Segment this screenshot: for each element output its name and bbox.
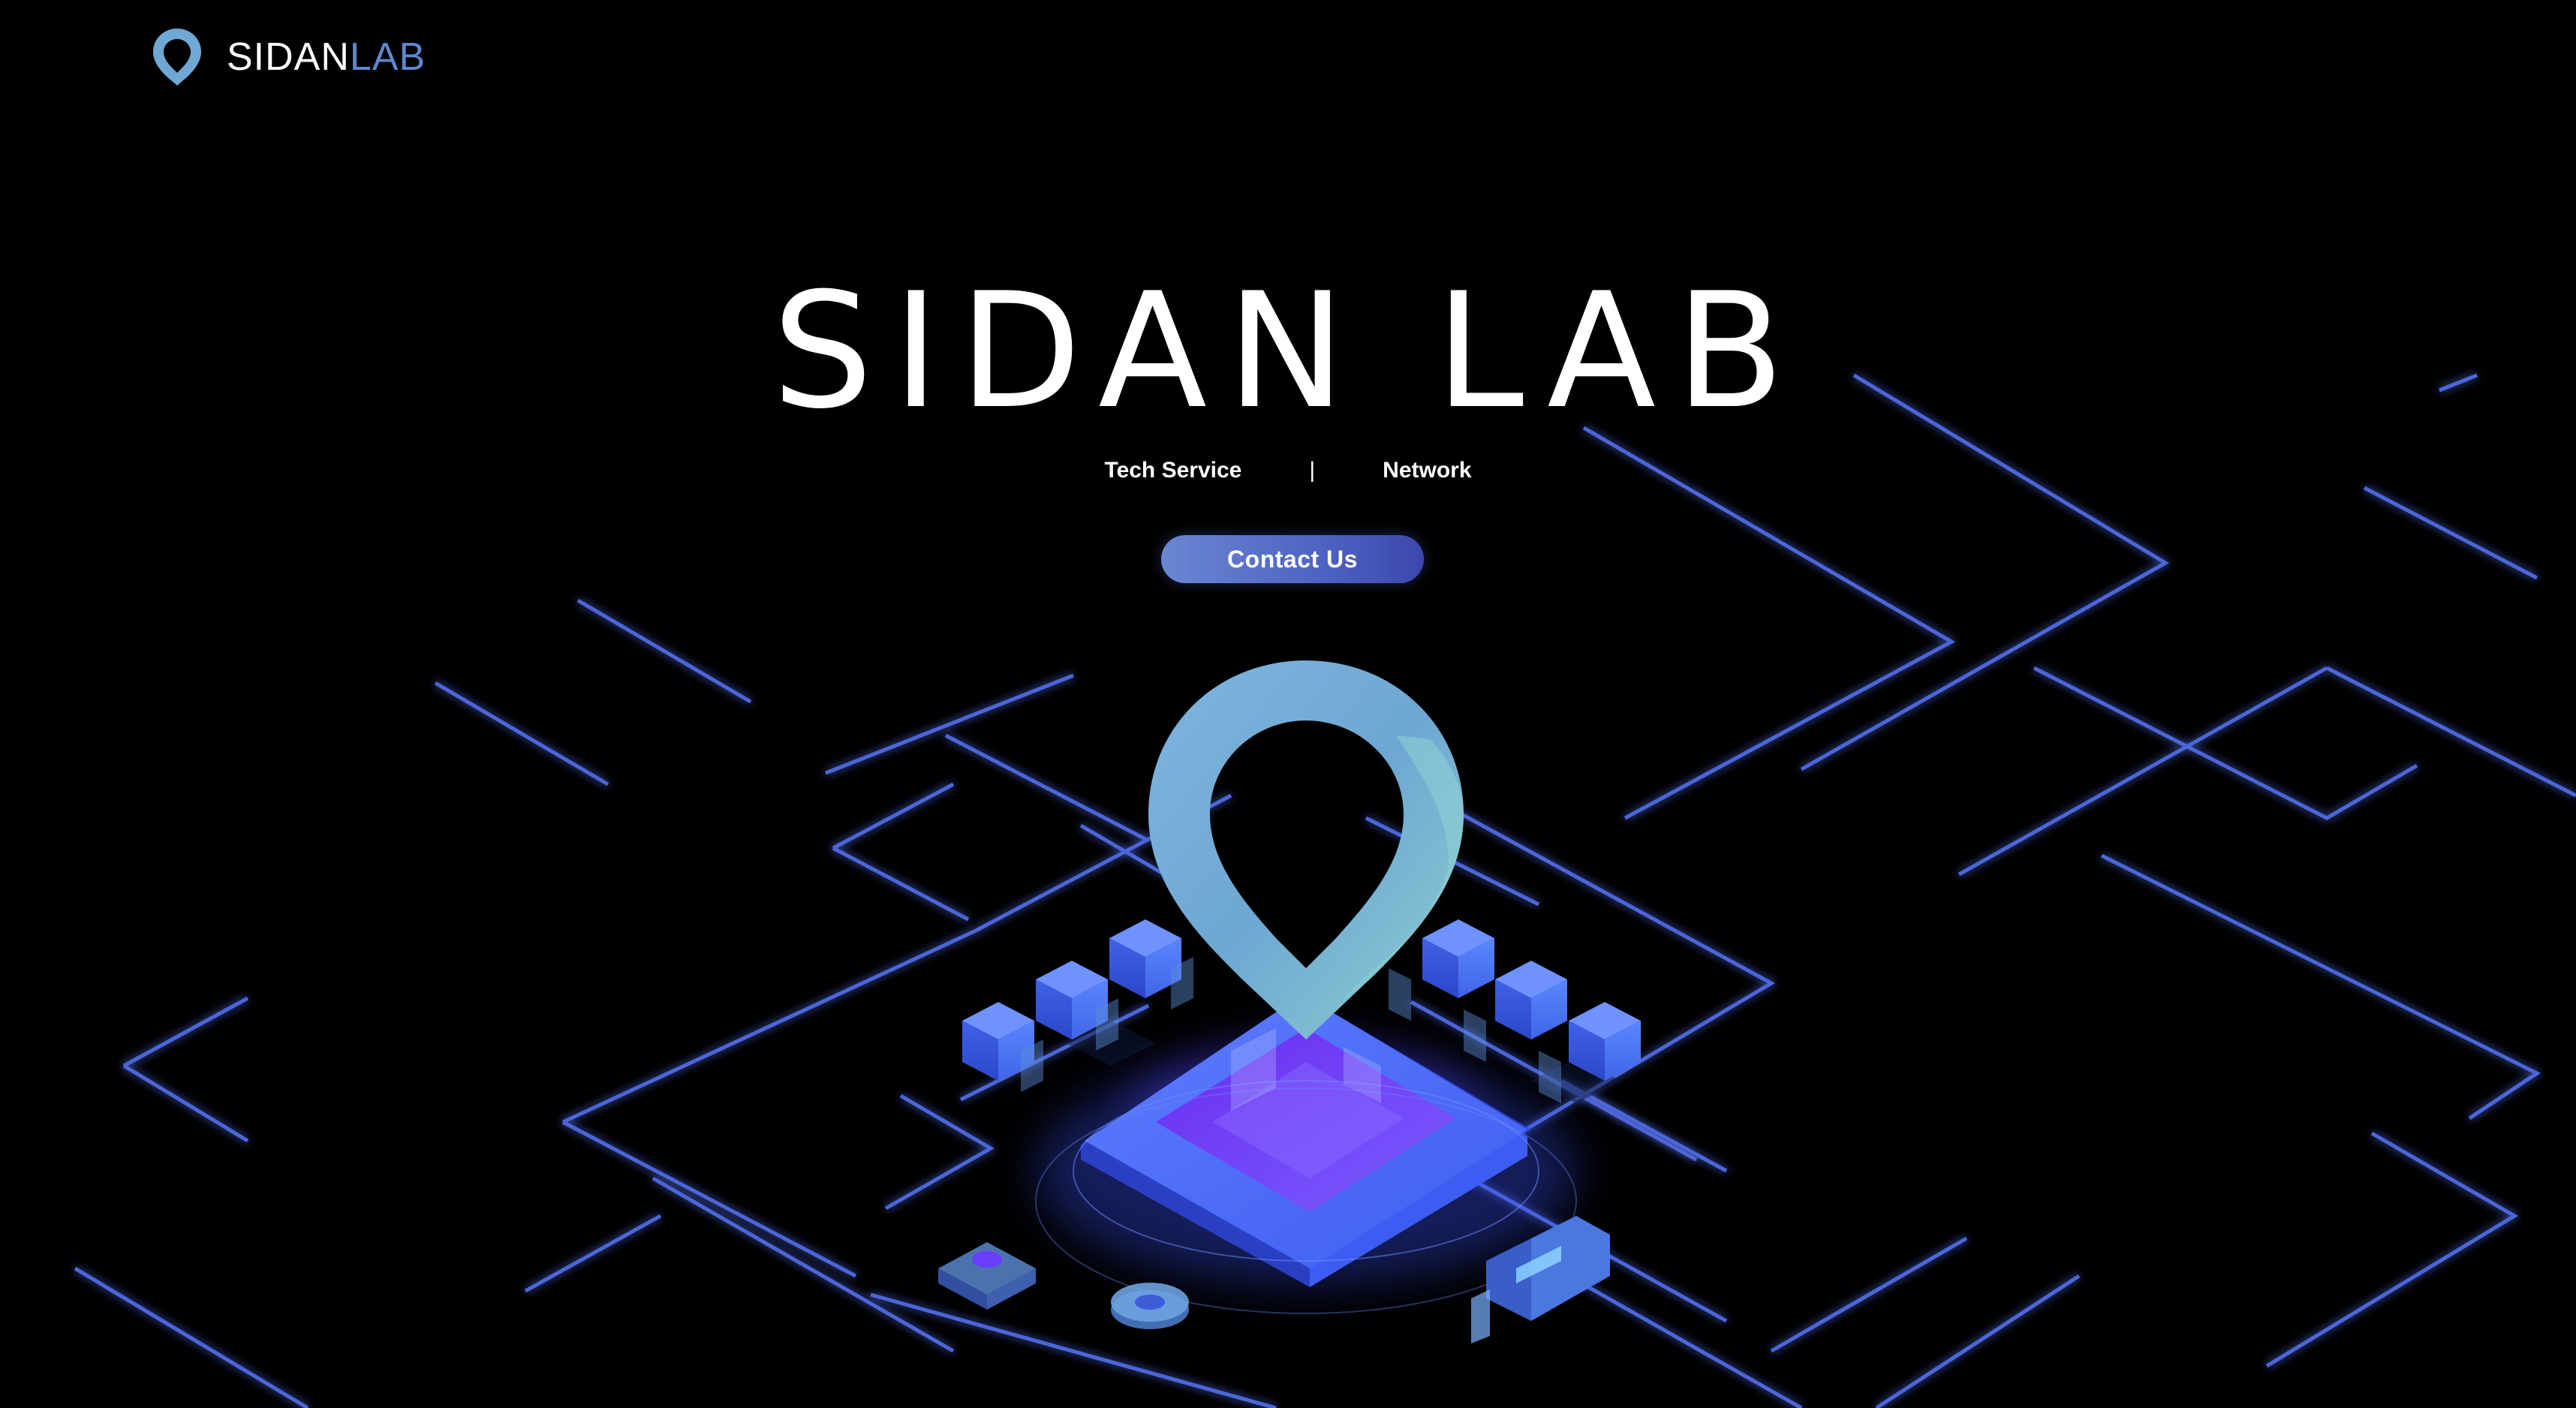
isometric-server-cube-icon: [1109, 919, 1181, 998]
hero-title: SIDAN LAB: [772, 258, 1804, 444]
contact-us-button[interactable]: Contact Us: [1161, 535, 1424, 583]
hero-tagline: Tech Service | Network: [0, 458, 2576, 483]
brand-name-part2: LAB: [349, 35, 426, 79]
isometric-server-cube-icon: [1422, 919, 1494, 998]
tag-tech-service: Tech Service: [1104, 458, 1242, 483]
brand-logo-link[interactable]: SIDANLAB: [150, 27, 426, 87]
tag-network: Network: [1383, 458, 1472, 483]
brand-name: SIDANLAB: [227, 38, 426, 77]
tag-separator: |: [1309, 458, 1316, 483]
isometric-server-cube-icon: [1495, 961, 1567, 1039]
site-header: SIDANLAB: [0, 0, 2576, 113]
location-pin-icon: [153, 29, 201, 86]
location-pin-icon: [1148, 660, 1464, 1039]
brand-name-part1: SIDAN: [227, 35, 350, 79]
